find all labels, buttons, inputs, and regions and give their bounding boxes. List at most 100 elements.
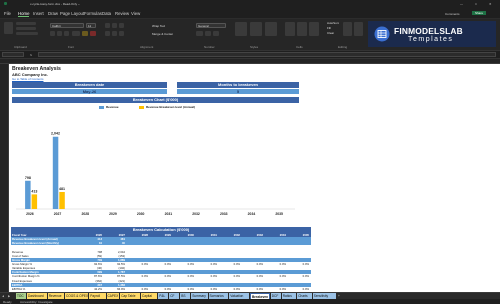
x-tick-label: 2030 — [137, 212, 145, 216]
legend-revenue-swatch — [99, 106, 104, 109]
status-ready: Ready — [3, 300, 12, 304]
menu-page-layout[interactable]: Page Layout — [60, 11, 84, 16]
menu-data[interactable]: Data — [102, 11, 111, 16]
number-format-select[interactable]: General — [196, 23, 226, 28]
status-accessibility[interactable]: Accessibility: Investigate — [20, 300, 53, 304]
menu-view[interactable]: View — [131, 11, 140, 16]
menu-bar: File Home Insert Draw Page Layout Formul… — [0, 9, 500, 19]
menu-formulas[interactable]: Formulas — [84, 11, 102, 16]
align-bottom-button[interactable] — [119, 23, 124, 28]
maximize-icon[interactable]: □ — [475, 2, 477, 6]
font-size-value: 11 — [88, 24, 92, 28]
insert-cells-button[interactable] — [285, 22, 295, 36]
formula-input[interactable] — [38, 52, 496, 57]
name-box[interactable] — [2, 52, 24, 57]
legend-revenue-label: Revenue — [106, 105, 119, 109]
formula-bar: fx — [0, 51, 500, 59]
data-label: 413 — [31, 189, 37, 193]
excel-app-icon — [4, 2, 7, 5]
x-tick-label: 2026 — [26, 212, 34, 216]
comments-button[interactable]: Comments — [445, 12, 460, 16]
font-color-button[interactable] — [90, 31, 96, 36]
comma-button[interactable] — [213, 31, 219, 36]
data-label: 2,042 — [51, 132, 60, 136]
number-format-value: General — [198, 24, 209, 28]
menu-home[interactable]: Home — [18, 11, 30, 17]
brand-tagline: Templates — [408, 36, 454, 43]
x-tick-label: 2027 — [54, 212, 62, 216]
status-bar: Ready Accessibility: Investigate — [0, 299, 500, 304]
font-name-select[interactable]: Calibri — [50, 23, 84, 28]
clear-button[interactable]: Clear — [327, 31, 334, 35]
align-center-button[interactable] — [112, 31, 117, 36]
months-to-breakeven-value: 5 — [177, 89, 299, 94]
chart-title: Breakeven Chart ($'000) — [12, 97, 299, 103]
group-number-label: Number — [204, 45, 215, 49]
breakeven-date-value: May-26 — [12, 89, 167, 94]
underline-button[interactable] — [64, 31, 69, 36]
table-logo-icon — [374, 26, 390, 42]
sort-filter-button[interactable] — [343, 22, 352, 36]
autosum-button[interactable]: AutoSum — [327, 21, 339, 25]
calc-table: Fiscal Year 2026 2027 2028 2029 2030 2031 2032 2… — [11, 233, 311, 292]
data-label: 481 — [59, 187, 65, 191]
group-alignment-label: Alignment — [140, 45, 154, 49]
fill-button[interactable]: Fill — [327, 26, 331, 30]
breakeven-bar-chart: 798 413 2026 2,042 481 2027 2028 2029 2030 2031 20… — [16, 132, 295, 216]
finmodelslab-logo: FINMODELSLAB Templates — [368, 21, 496, 47]
window-title: x-cycle-lossy-form.xlsx - Read-Only ~ — [30, 2, 80, 6]
share-button[interactable]: Share — [472, 11, 487, 15]
toc-link[interactable]: Go to Table of Contents — [12, 77, 43, 81]
align-middle-button[interactable] — [112, 23, 117, 28]
font-size-select[interactable]: 11 — [86, 23, 96, 28]
format-cells-button[interactable] — [309, 22, 319, 36]
delete-cells-button[interactable] — [297, 22, 307, 36]
menu-file[interactable]: File — [4, 11, 11, 16]
title-bar: x-cycle-lossy-form.xlsx - Read-Only ~ — … — [0, 0, 500, 9]
copy-button[interactable] — [16, 27, 36, 30]
months-to-breakeven-label: Months to breakeven — [177, 82, 299, 88]
paste-button[interactable] — [4, 22, 13, 34]
cut-button[interactable] — [16, 22, 36, 25]
bold-button[interactable] — [50, 31, 55, 36]
align-right-button[interactable] — [119, 31, 124, 36]
menu-review[interactable]: Review — [115, 11, 129, 16]
format-painter-button[interactable] — [16, 32, 38, 35]
font-name-value: Calibri — [52, 24, 61, 28]
menu-insert[interactable]: Insert — [33, 11, 44, 16]
conditional-formatting-button[interactable] — [235, 22, 247, 36]
worksheet[interactable]: Breakeven Analysis ABC Company Inc. Go t… — [9, 64, 500, 292]
cell-styles-button[interactable] — [265, 22, 277, 36]
percent-button[interactable] — [205, 31, 211, 36]
legend-breakeven-label: Revenue Breakeven level (Annual) — [146, 105, 196, 109]
x-tick-label: 2031 — [165, 212, 173, 216]
x-tick-label: 2032 — [192, 212, 200, 216]
x-tick-label: 2034 — [248, 212, 256, 216]
italic-button[interactable] — [57, 31, 62, 36]
find-select-button[interactable] — [354, 22, 363, 36]
x-tick-label: 2029 — [109, 212, 117, 216]
minimize-icon[interactable]: — — [460, 2, 463, 6]
format-as-table-button[interactable] — [250, 22, 262, 36]
align-left-button[interactable] — [105, 31, 110, 36]
bar-breakeven-2026 — [31, 194, 38, 209]
fill-color-button[interactable] — [82, 31, 88, 36]
close-icon[interactable]: ✕ — [489, 2, 492, 6]
currency-button[interactable] — [196, 31, 203, 36]
data-label: 798 — [25, 176, 31, 180]
bar-breakeven-2027 — [59, 191, 65, 209]
align-top-button[interactable] — [105, 23, 110, 28]
group-editing-label: Editing — [338, 45, 348, 49]
menu-draw[interactable]: Draw — [48, 11, 58, 16]
x-tick-label: 2028 — [81, 212, 89, 216]
brand-name: FINMODELSLAB — [394, 26, 463, 36]
tab-scroll-right-icon[interactable]: ▶ — [8, 294, 10, 298]
bar-revenue-2026 — [25, 180, 31, 209]
wrap-text-button[interactable]: Wrap Text — [152, 24, 165, 28]
breakeven-date-label: Breakeven date — [12, 82, 167, 88]
borders-button[interactable] — [72, 31, 80, 36]
group-styles-label: Styles — [250, 45, 259, 49]
group-cells-label: Cells — [296, 45, 303, 49]
tab-scroll-left-icon[interactable]: ◀ — [2, 294, 4, 298]
merge-center-button[interactable]: Merge & Center — [152, 32, 173, 36]
